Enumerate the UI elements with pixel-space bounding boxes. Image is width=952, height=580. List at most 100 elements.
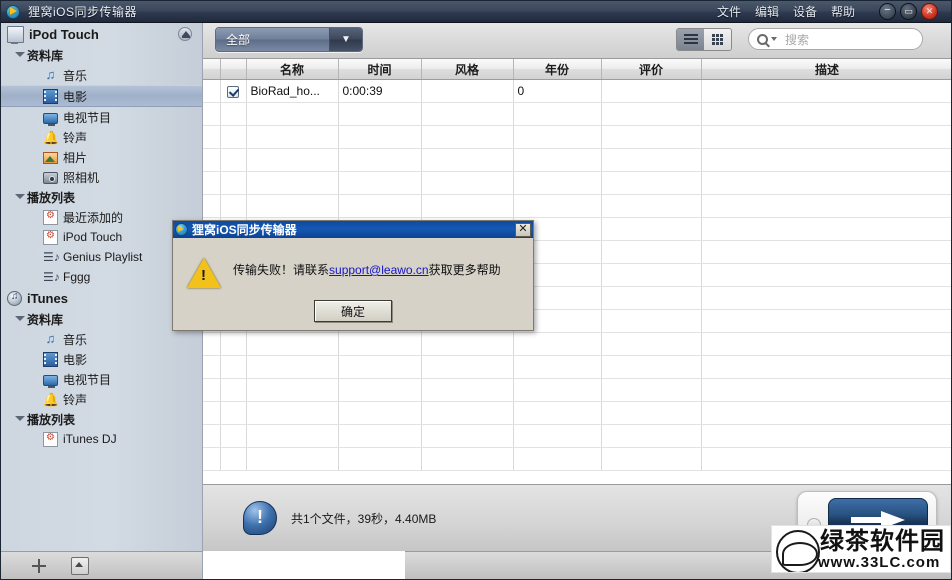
col-description[interactable]: 描述 [701, 59, 951, 80]
status-text: 共1个文件，39秒，4.40MB [291, 511, 437, 526]
sidebar-item-label: 铃声 [63, 392, 88, 407]
table-row [203, 401, 951, 425]
table-row[interactable]: BioRad_ho... 0:00:39 0 [203, 79, 951, 103]
table-row [203, 194, 951, 218]
chevron-down-icon[interactable] [15, 316, 25, 321]
chevron-down-icon[interactable] [15, 416, 25, 421]
sidebar-item-label: iPod Touch [63, 230, 123, 244]
playlist-icon [43, 229, 58, 245]
row-checkbox[interactable] [220, 79, 247, 103]
cell-name: BioRad_ho... [246, 79, 339, 103]
maximize-button[interactable]: ▭ [900, 3, 917, 20]
col-rating[interactable]: 评价 [601, 59, 702, 80]
error-dialog[interactable]: 狸窝iOS同步传输器 ✕ 传输失败！请联系support@leawo.cn获取更… [172, 220, 534, 331]
table-row [203, 125, 951, 149]
chevron-down-icon[interactable]: ▼ [329, 28, 362, 51]
watermark: 绿茶软件园 www.33LC.com [771, 525, 951, 573]
table-row [203, 378, 951, 402]
sidebar-itunes-group-playlists[interactable]: 播放列表 [1, 409, 202, 429]
eject-icon[interactable] [178, 27, 192, 41]
sidebar-itunes-item-ringtones[interactable]: 🔔 铃声 [1, 389, 202, 409]
sidebar-device-ipod-touch[interactable]: iPod Touch [1, 23, 202, 45]
dialog-message: 传输失败！请联系support@leawo.cn获取更多帮助 [233, 261, 525, 278]
sidebar-item-music[interactable]: ♫ 音乐 [1, 65, 202, 85]
sidebar-item-label: 铃声 [63, 130, 88, 145]
sidebar-group-label: 播放列表 [27, 190, 76, 205]
list-view-button[interactable] [677, 29, 704, 50]
app-logo-icon [175, 223, 188, 236]
chevron-down-icon[interactable] [15, 52, 25, 57]
watermark-url: www.33LC.com [818, 554, 941, 571]
table-row [203, 424, 951, 448]
sidebar-itunes-item-music[interactable]: ♫ 音乐 [1, 329, 202, 349]
chevron-down-icon[interactable] [771, 37, 777, 41]
filter-dropdown[interactable]: 全部 ▼ [215, 27, 363, 52]
menu-bar: 文件 编辑 设备 帮助 − ▭ ✕ [717, 3, 951, 20]
sidebar-item-label: iTunes DJ [63, 432, 117, 446]
title-bar: 狸窝iOS同步传输器 文件 编辑 设备 帮助 − ▭ ✕ [1, 1, 951, 23]
table-row [203, 102, 951, 126]
menu-file[interactable]: 文件 [717, 3, 741, 20]
menu-edit[interactable]: 编辑 [755, 3, 779, 20]
plus-icon[interactable] [31, 558, 47, 574]
support-email-link[interactable]: support@leawo.cn [329, 263, 429, 277]
dialog-title: 狸窝iOS同步传输器 [192, 223, 297, 237]
maximize-icon: ▭ [904, 6, 913, 16]
sidebar-footer [1, 551, 203, 579]
sidebar-itunes-item-tvshows[interactable]: 电视节目 [1, 369, 202, 389]
sidebar-item-label: Genius Playlist [63, 250, 143, 264]
sidebar-group-label: 播放列表 [27, 412, 76, 427]
cell-rating [601, 79, 702, 103]
sidebar-item-label: 电视节目 [63, 110, 112, 125]
close-button[interactable]: ✕ [921, 3, 938, 20]
minimize-icon: − [884, 4, 891, 16]
dialog-close-button[interactable]: ✕ [515, 222, 531, 237]
genius-playlist-icon: ☰♪ [43, 249, 60, 264]
dialog-message-prefix: 传输失败！请联系 [233, 263, 330, 277]
sidebar-group-library[interactable]: 资料库 [1, 45, 202, 65]
sidebar-item-label: 电视节目 [63, 372, 112, 387]
table-row [203, 355, 951, 379]
grid-view-button[interactable] [704, 29, 731, 50]
photo-icon [43, 152, 58, 164]
sidebar-group-label: 资料库 [27, 312, 64, 327]
sidebar-item-photos[interactable]: 相片 [1, 147, 202, 167]
sidebar-item-label: 相片 [63, 150, 88, 165]
playlist-icon [43, 209, 58, 225]
sidebar-item-movies[interactable]: 电影 [1, 85, 202, 107]
playlist-icon [43, 431, 58, 447]
info-bubble-icon [243, 501, 277, 535]
warning-triangle-icon [187, 258, 221, 288]
sidebar-device-label: iPod Touch [29, 26, 99, 42]
col-genre[interactable]: 风格 [421, 59, 514, 80]
sidebar-source-label: iTunes [27, 290, 68, 306]
sidebar-item-camera[interactable]: 照相机 [1, 167, 202, 187]
view-mode-toggle[interactable] [676, 28, 732, 51]
itunes-icon [7, 290, 22, 306]
menu-help[interactable]: 帮助 [831, 3, 855, 20]
cell-description [701, 79, 951, 103]
sidebar-group-playlists[interactable]: 播放列表 [1, 187, 202, 207]
eject-box-icon[interactable] [71, 556, 89, 575]
watermark-name: 绿茶软件园 [820, 528, 945, 555]
tv-icon [43, 374, 58, 388]
window-controls: − ▭ ✕ [879, 3, 943, 20]
checkbox-checked-icon[interactable] [227, 85, 239, 98]
sidebar-itunes-item-movies[interactable]: 电影 [1, 349, 202, 369]
sidebar-group-label: 资料库 [27, 48, 64, 63]
dialog-ok-button[interactable]: 确定 [314, 300, 392, 322]
col-time[interactable]: 时间 [338, 59, 422, 80]
col-year[interactable]: 年份 [513, 59, 602, 80]
chevron-down-icon[interactable] [15, 194, 25, 199]
sidebar-itunes-item-dj[interactable]: iTunes DJ [1, 429, 202, 449]
col-name[interactable]: 名称 [246, 59, 339, 80]
search-input[interactable]: 搜索 [748, 28, 923, 50]
filter-value: 全部 [216, 28, 329, 51]
minimize-button[interactable]: − [879, 3, 896, 20]
sidebar-item-ringtones[interactable]: 🔔 铃声 [1, 127, 202, 147]
sidebar-item-tvshows[interactable]: 电视节目 [1, 107, 202, 127]
menu-device[interactable]: 设备 [793, 3, 817, 20]
dialog-body: 传输失败！请联系support@leawo.cn获取更多帮助 确定 [173, 238, 533, 331]
sidebar-item-label: 电影 [63, 352, 88, 367]
watermark-logo-icon [776, 530, 820, 572]
